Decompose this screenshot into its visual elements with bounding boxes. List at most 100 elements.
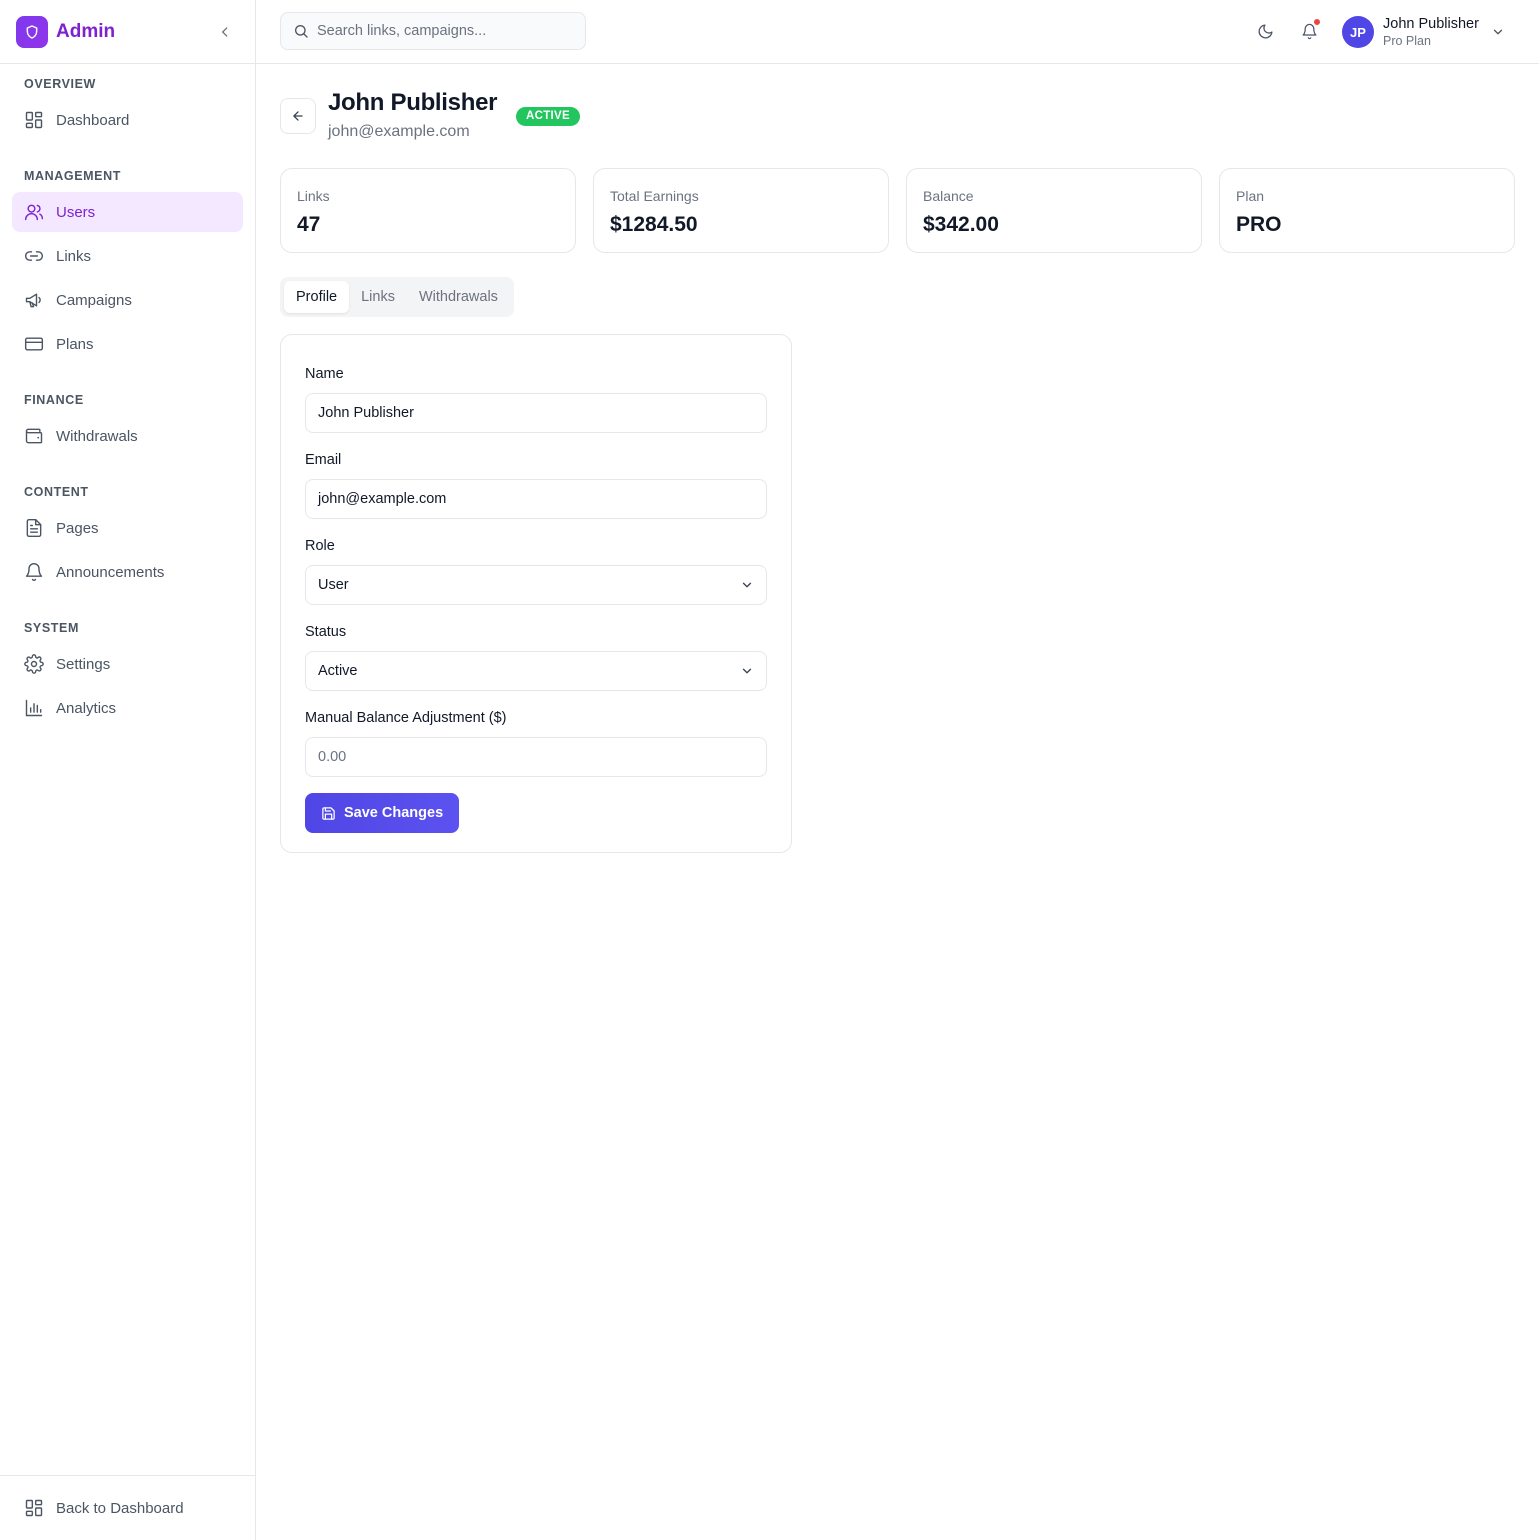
email-label: Email [305,452,342,468]
tab-withdrawals[interactable]: Withdrawals [407,281,510,313]
dashboard-icon [25,1499,43,1517]
brand-name: Admin [56,20,116,42]
sidebar-item-label: Withdrawals [56,427,138,445]
bar-chart-icon [25,699,43,717]
tab-links[interactable]: Links [349,281,407,313]
email-field-group: Email john@example.com [305,449,767,519]
dashboard-icon [25,111,43,129]
name-label: Name [305,366,344,382]
sidebar-footer: Back to Dashboard [0,1475,255,1540]
back-to-dashboard-link[interactable]: Back to Dashboard [12,1488,243,1528]
chevron-down-icon [1493,29,1503,35]
balance-adjustment-input[interactable]: 0.00 [305,737,767,777]
sidebar-item-dashboard[interactable]: Dashboard [12,100,243,140]
status-field-group: Status Active [305,621,767,691]
back-to-dashboard-label: Back to Dashboard [56,1499,184,1517]
sidebar-item-label: Plans [56,335,94,353]
stat-card-total-earnings: Total Earnings $1284.50 [593,168,889,253]
search-input[interactable] [317,23,567,39]
wallet-icon [25,428,43,444]
stat-value: $342.00 [923,213,999,236]
role-label: Role [305,538,335,554]
stat-card-balance: Balance $342.00 [906,168,1202,253]
page-title: John Publisher [328,89,498,116]
role-selected-value: User [318,577,349,593]
email-input[interactable]: john@example.com [305,479,767,519]
chevron-down-icon [742,668,752,674]
arrow-left-icon [293,111,303,121]
profile-form: Name John Publisher Email john@example.c… [280,334,792,853]
name-input[interactable]: John Publisher [305,393,767,433]
sidebar-item-analytics[interactable]: Analytics [12,688,243,728]
save-changes-button[interactable]: Save Changes [305,793,460,833]
stats-row: Links 47 Total Earnings $1284.50 Balance… [280,168,1515,253]
notifications-button[interactable] [1298,18,1321,42]
stat-value: PRO [1236,213,1282,236]
user-info: John Publisher Pro Plan [1383,15,1479,49]
stat-label: Plan [1236,188,1265,204]
avatar: JP [1342,16,1374,48]
sidebar-item-links[interactable]: Links [12,236,243,276]
main-content: John Publisher john@example.com ACTIVE L… [280,64,1515,853]
stat-label: Links [297,188,330,204]
page-subtitle-email: john@example.com [328,123,470,140]
role-select[interactable]: User [305,565,767,605]
user-name: John Publisher [1383,16,1479,32]
stat-value: 47 [297,213,321,236]
save-changes-label: Save Changes [344,805,444,821]
gear-icon [24,654,44,674]
sidebar: Admin OVERVIEW Dashboard MANAGEMENT User… [0,0,256,1540]
search-icon [295,25,308,38]
user-menu[interactable]: JP John Publisher Pro Plan [1342,14,1505,50]
status-select[interactable]: Active [305,651,767,691]
theme-toggle-button[interactable] [1254,20,1276,42]
status-badge: ACTIVE [516,107,580,126]
back-button[interactable] [280,98,316,134]
sidebar-item-pages[interactable]: Pages [12,508,243,548]
status-label: Status [305,624,347,640]
section-title-finance: FINANCE [24,393,84,407]
sidebar-item-label: Dashboard [56,111,130,129]
moon-icon [1258,23,1273,38]
stat-label: Total Earnings [610,188,699,204]
notification-dot [1313,18,1321,26]
role-field-group: Role User [305,535,767,605]
megaphone-icon [25,293,41,308]
sidebar-item-label: Announcements [56,563,165,581]
sidebar-nav: OVERVIEW Dashboard MANAGEMENT Users Link… [0,76,255,728]
stat-value: $1284.50 [610,213,698,236]
section-title-overview: OVERVIEW [24,77,96,91]
sidebar-item-withdrawals[interactable]: Withdrawals [12,416,243,456]
user-plan: Pro Plan [1383,34,1431,48]
tab-list: Profile Links Withdrawals [280,277,514,317]
tab-profile[interactable]: Profile [284,281,350,313]
link-icon [24,251,44,261]
sidebar-item-announcements[interactable]: Announcements [12,552,243,592]
chevron-down-icon [742,582,752,588]
sidebar-item-settings[interactable]: Settings [12,644,243,684]
sidebar-item-label: Settings [56,655,111,673]
sidebar-item-plans[interactable]: Plans [12,324,243,364]
sidebar-item-campaigns[interactable]: Campaigns [12,280,243,320]
brand-header: Admin [0,0,255,64]
sidebar-item-label: Users [56,203,96,221]
sidebar-item-label: Campaigns [56,291,132,309]
collapse-sidebar-button[interactable] [215,22,235,42]
stat-label: Balance [923,188,974,204]
sidebar-item-label: Pages [56,519,99,537]
save-icon [322,806,335,820]
users-icon [24,204,44,221]
credit-card-icon [24,337,44,351]
name-field-group: Name John Publisher [305,363,767,433]
bell-icon [25,563,43,582]
section-title-system: SYSTEM [24,621,79,635]
section-title-management: MANAGEMENT [24,169,121,183]
chevron-left-icon [222,27,228,37]
search-box [280,12,586,50]
top-header: JP John Publisher Pro Plan [256,0,1539,64]
stat-card-links: Links 47 [280,168,576,253]
balance-field-group: Manual Balance Adjustment ($) 0.00 [305,707,767,777]
page-header: John Publisher john@example.com ACTIVE [280,64,1515,168]
sidebar-item-users[interactable]: Users [12,192,243,232]
sidebar-item-label: Links [56,247,92,265]
